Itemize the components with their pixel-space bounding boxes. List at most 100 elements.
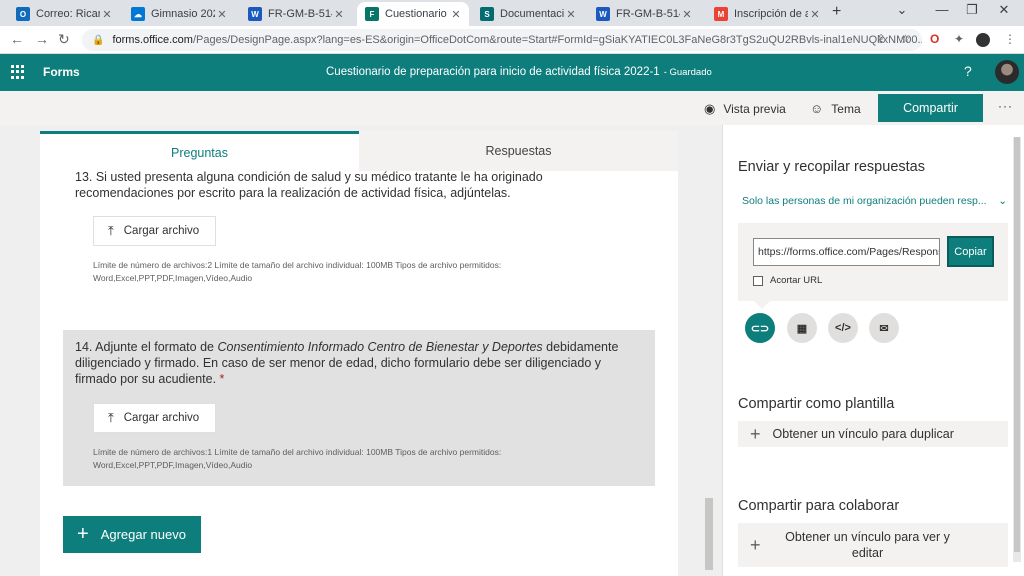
more-options-icon[interactable]: ··· xyxy=(998,99,1013,113)
copy-button[interactable]: Copiar xyxy=(947,236,994,267)
lock-icon: 🔒 xyxy=(92,34,105,46)
new-tab-button[interactable]: + xyxy=(832,3,841,21)
q14-upload-button[interactable]: ⤒ Cargar archivo xyxy=(93,403,216,433)
bookmark-star-icon[interactable]: ☆ xyxy=(900,32,911,46)
theme-button[interactable]: ☺ Tema xyxy=(810,101,861,116)
sharepoint-icon: S xyxy=(480,7,494,21)
embed-code-icon[interactable]: </> xyxy=(828,313,858,343)
reload-icon[interactable]: ↻ xyxy=(58,31,70,48)
q14-text-italic: Consentimiento Informado Centro de Biene… xyxy=(217,340,543,354)
plus-icon: + xyxy=(750,423,761,444)
browser-tab[interactable]: M Inscripción de ac✕ xyxy=(706,2,828,26)
link-icon[interactable]: ⊂⊃ xyxy=(745,313,775,343)
q13-limits-line2: Word,Excel,PPT,PDF,Imagen,Vídeo,Audio xyxy=(93,273,253,283)
shorten-url-checkbox[interactable] xyxy=(753,275,763,286)
forms-icon: F xyxy=(365,7,379,21)
panel-scrollbar[interactable] xyxy=(1013,137,1021,562)
question-14-text[interactable]: 14. Adjunte el formato de Consentimiento… xyxy=(75,339,635,387)
close-tab-icon[interactable]: ✕ xyxy=(100,8,114,21)
app-name[interactable]: Forms xyxy=(43,65,80,79)
browser-tab[interactable]: W FR-GM-B-514 Co✕ xyxy=(588,2,700,26)
q13-limits-line1: Límite de número de archivos:2 Límite de… xyxy=(93,260,502,270)
question-13-text[interactable]: 13. Si usted presenta alguna condición d… xyxy=(75,169,635,201)
share-button[interactable]: Compartir xyxy=(878,94,983,122)
duplicate-link-label: Obtener un vínculo para duplicar xyxy=(772,427,954,441)
forward-icon[interactable]: → xyxy=(35,31,49,47)
url-host: forms.office.com xyxy=(112,34,193,46)
save-status: - Guardado xyxy=(663,67,712,78)
browser-tab[interactable]: F Cuestionario de p✕ xyxy=(357,2,469,26)
browser-tab-title: Cuestionario de p xyxy=(385,8,449,20)
preview-label: Vista previa xyxy=(723,102,786,116)
share-link-field[interactable]: https://forms.office.com/Pages/ResponseP… xyxy=(753,238,940,266)
opera-extension-icon[interactable]: O xyxy=(930,32,939,46)
shorten-url-label: Acortar URL xyxy=(770,275,823,286)
help-icon[interactable]: ? xyxy=(964,63,972,79)
panel-scrollbar-thumb[interactable] xyxy=(1014,137,1020,552)
browser-tab[interactable]: O Correo: Ricardo C✕ xyxy=(8,2,120,26)
q14-upload-label: Cargar archivo xyxy=(123,412,200,424)
close-tab-icon[interactable]: ✕ xyxy=(564,8,578,21)
eye-icon: ◉ xyxy=(704,101,716,116)
q13-upload-button[interactable]: ⤒ Cargar archivo xyxy=(93,216,216,246)
url-path: /Pages/DesignPage.aspx?lang=es-ES&origin… xyxy=(192,34,922,46)
browser-tab-title: Inscripción de ac xyxy=(734,8,808,20)
share-template-heading: Compartir como plantilla xyxy=(738,396,895,412)
profile-avatar[interactable] xyxy=(976,33,990,47)
preview-button[interactable]: ◉ Vista previa xyxy=(704,101,786,117)
tab-search-icon[interactable]: ⌄ xyxy=(882,2,922,18)
collaborate-link-label: Obtener un vínculo para ver y editar xyxy=(785,530,950,560)
close-tab-icon[interactable]: ✕ xyxy=(332,8,346,21)
permission-dropdown[interactable]: Solo las personas de mi organización pue… xyxy=(742,195,1007,207)
duplicate-link-button[interactable]: + Obtener un vínculo para duplicar xyxy=(738,421,1008,447)
q14-limits-line1: Límite de número de archivos:1 Límite de… xyxy=(93,447,502,457)
q13-upload-label: Cargar archivo xyxy=(123,225,200,237)
browser-tab-title: Documentacion xyxy=(500,8,564,20)
upload-icon: ⤒ xyxy=(108,410,114,425)
browser-tab[interactable]: ☁ Gimnasio 2022 -✕ xyxy=(123,2,235,26)
user-avatar[interactable] xyxy=(995,60,1019,84)
editor-scrollbar[interactable] xyxy=(703,130,715,576)
app-launcher-icon[interactable] xyxy=(11,65,25,79)
close-tab-icon[interactable]: ✕ xyxy=(215,8,229,21)
shorten-url-option[interactable]: Acortar URL xyxy=(753,275,822,286)
q14-file-limits: Límite de número de archivos:1 Límite de… xyxy=(93,446,563,472)
browser-tab-strip: OCorreo: Ricardo C✕☁Gimnasio 2022 -✕ W FR-… xyxy=(0,0,1024,26)
q14-text-prefix: 14. Adjunte el formato de xyxy=(75,340,218,354)
tab-questions[interactable]: Preguntas xyxy=(40,131,359,171)
forms-header: Forms Cuestionario de preparación para i… xyxy=(0,54,1024,91)
form-title-text: Cuestionario de preparación para inicio … xyxy=(326,66,660,78)
word-icon: W xyxy=(248,7,262,21)
back-icon[interactable]: ← xyxy=(10,31,24,47)
add-new-label: Agregar nuevo xyxy=(100,527,186,542)
editor-scrollbar-thumb[interactable] xyxy=(705,498,713,570)
close-tab-icon[interactable]: ✕ xyxy=(808,8,822,21)
extensions-puzzle-icon[interactable]: ✦ xyxy=(954,32,964,46)
tab-responses[interactable]: Respuestas xyxy=(359,131,678,171)
plus-icon: + xyxy=(750,534,761,555)
browser-tab[interactable]: S Documentacion✕ xyxy=(472,2,584,26)
share-page-icon[interactable]: ⇪ xyxy=(876,32,886,46)
chrome-menu-icon[interactable]: ⋮ xyxy=(1004,32,1016,46)
collaborate-heading: Compartir para colaborar xyxy=(738,498,900,514)
selected-pointer xyxy=(754,301,770,309)
browser-tab-title: FR-GM-B-514 Co xyxy=(268,8,332,20)
link-box: https://forms.office.com/Pages/ResponseP… xyxy=(738,223,1008,301)
browser-tab[interactable]: W FR-GM-B-514 Co✕ xyxy=(240,2,352,26)
theme-label: Tema xyxy=(831,101,861,116)
q13-file-limits: Límite de número de archivos:2 Límite de… xyxy=(93,259,563,285)
onedrive-icon: ☁ xyxy=(131,7,145,21)
collaborate-link-button[interactable]: + Obtener un vínculo para ver y editar xyxy=(738,523,1008,567)
gmail-icon: M xyxy=(714,7,728,21)
close-tab-icon[interactable]: ✕ xyxy=(680,8,694,21)
close-tab-icon[interactable]: ✕ xyxy=(449,8,463,21)
url-bar[interactable]: 🔒 forms.office.com/Pages/DesignPage.aspx… xyxy=(82,29,922,51)
address-bar-row: ← → ↻ 🔒 forms.office.com/Pages/DesignPag… xyxy=(0,26,1024,54)
qr-code-icon[interactable]: ▦ xyxy=(787,313,817,343)
chevron-down-icon: ⌄ xyxy=(998,195,1007,207)
email-icon[interactable]: ✉ xyxy=(869,313,899,343)
close-window-icon[interactable]: ✕ xyxy=(984,2,1024,18)
plus-icon: + xyxy=(77,523,89,545)
required-asterisk: * xyxy=(219,372,225,386)
add-new-button[interactable]: + Agregar nuevo xyxy=(63,516,201,553)
